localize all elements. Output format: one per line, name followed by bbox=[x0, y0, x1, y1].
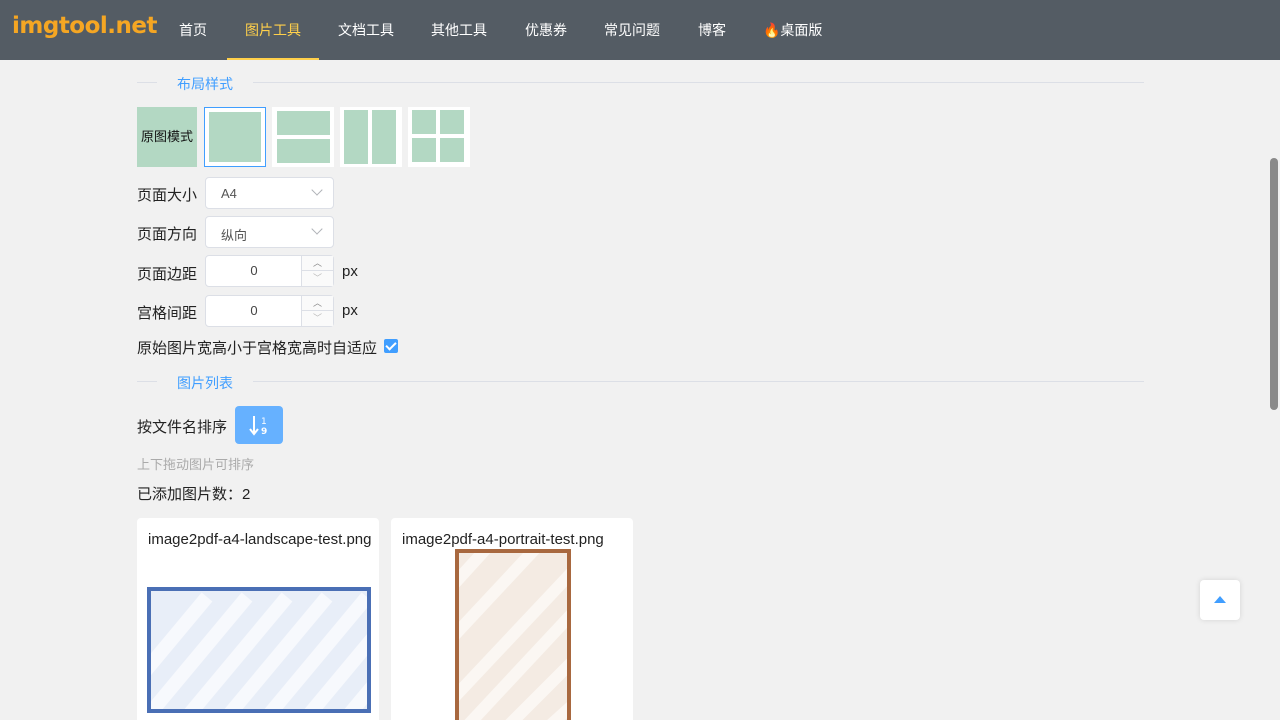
layout-cell bbox=[440, 138, 464, 162]
chevron-down-icon bbox=[311, 223, 323, 235]
layout-cell bbox=[412, 110, 436, 134]
nav-item-home[interactable]: 首页 bbox=[179, 0, 207, 60]
svg-text:9: 9 bbox=[261, 427, 267, 437]
autofit-checkbox[interactable] bbox=[384, 339, 398, 353]
back-to-top-button[interactable] bbox=[1200, 580, 1240, 620]
image-card[interactable]: image2pdf-a4-portrait-test.png bbox=[391, 518, 633, 720]
layout-mode-label: 原图模式 bbox=[137, 107, 197, 167]
chevron-down-icon bbox=[311, 184, 323, 196]
increment-button[interactable]: ︿ bbox=[302, 256, 333, 271]
orientation-select[interactable]: 纵向 bbox=[205, 216, 334, 248]
layout-cell bbox=[209, 112, 261, 162]
layout-cell bbox=[412, 138, 436, 162]
layout-cell bbox=[344, 110, 368, 164]
image-count-value: 2 bbox=[242, 486, 251, 503]
image-filename: image2pdf-a4-landscape-test.png bbox=[148, 531, 372, 548]
section-divider-layout bbox=[137, 82, 1144, 83]
image-thumbnail bbox=[147, 587, 371, 713]
layout-option-single[interactable] bbox=[204, 107, 266, 167]
autofit-label: 原始图片宽高小于宫格宽高时自适应 bbox=[137, 340, 378, 357]
layout-cell bbox=[372, 110, 396, 164]
section-divider-list bbox=[137, 381, 1144, 382]
layout-cell bbox=[277, 139, 330, 163]
increment-button[interactable]: ︿ bbox=[302, 296, 333, 311]
svg-text:1: 1 bbox=[261, 417, 267, 427]
stepper-controls: ︿ ﹀ bbox=[301, 256, 333, 286]
image-thumbnail bbox=[455, 549, 571, 720]
nav-item-document-tools[interactable]: 文档工具 bbox=[338, 0, 394, 60]
gap-stepper[interactable]: 0 ︿ ﹀ bbox=[205, 295, 334, 327]
gap-unit: px bbox=[342, 302, 358, 319]
layout-cell bbox=[277, 111, 330, 135]
sort-by-name-button[interactable]: 1 9 bbox=[235, 406, 283, 444]
nav-item-coupons[interactable]: 优惠券 bbox=[525, 0, 567, 60]
margin-stepper[interactable]: 0 ︿ ﹀ bbox=[205, 255, 334, 287]
gap-label: 宫格间距 bbox=[137, 305, 198, 322]
margin-unit: px bbox=[342, 263, 358, 280]
section-title-layout: 布局样式 bbox=[157, 74, 253, 94]
stepper-controls: ︿ ﹀ bbox=[301, 296, 333, 326]
page-size-value: A4 bbox=[221, 186, 237, 201]
gap-input[interactable]: 0 bbox=[206, 303, 302, 318]
image-count-label: 已添加图片数： bbox=[137, 486, 243, 503]
margin-label: 页面边距 bbox=[137, 266, 198, 283]
layout-option-two-columns[interactable] bbox=[340, 107, 402, 167]
nav-item-blog[interactable]: 博客 bbox=[698, 0, 726, 60]
section-title-list: 图片列表 bbox=[157, 373, 253, 393]
decrement-button[interactable]: ﹀ bbox=[302, 271, 333, 286]
layout-cell bbox=[440, 110, 464, 134]
page-size-select[interactable]: A4 bbox=[205, 177, 334, 209]
layout-option-grid[interactable] bbox=[408, 107, 470, 167]
nav-item-desktop[interactable]: 🔥桌面版 bbox=[763, 0, 822, 60]
top-navbar: imgtool.net 首页 图片工具 文档工具 其他工具 优惠券 常见问题 博… bbox=[0, 0, 1280, 60]
page-size-label: 页面大小 bbox=[137, 187, 198, 204]
sort-numeric-asc-icon: 1 9 bbox=[249, 416, 267, 437]
sort-label: 按文件名排序 bbox=[137, 419, 228, 436]
orientation-label: 页面方向 bbox=[137, 226, 198, 243]
margin-input[interactable]: 0 bbox=[206, 263, 302, 278]
site-logo[interactable]: imgtool.net bbox=[12, 13, 158, 39]
orientation-value: 纵向 bbox=[221, 228, 248, 243]
scrollbar-thumb[interactable] bbox=[1270, 158, 1278, 410]
image-count: 已添加图片数：2 bbox=[137, 483, 250, 504]
image-filename: image2pdf-a4-portrait-test.png bbox=[402, 531, 604, 548]
drag-sort-hint: 上下拖动图片可排序 bbox=[137, 457, 255, 472]
nav-item-other-tools[interactable]: 其他工具 bbox=[431, 0, 487, 60]
layout-option-two-rows[interactable] bbox=[272, 107, 334, 167]
nav-item-faq[interactable]: 常见问题 bbox=[604, 0, 660, 60]
image-card[interactable]: image2pdf-a4-landscape-test.png bbox=[137, 518, 379, 720]
nav-item-image-tools[interactable]: 图片工具 bbox=[227, 0, 319, 60]
decrement-button[interactable]: ﹀ bbox=[302, 311, 333, 326]
